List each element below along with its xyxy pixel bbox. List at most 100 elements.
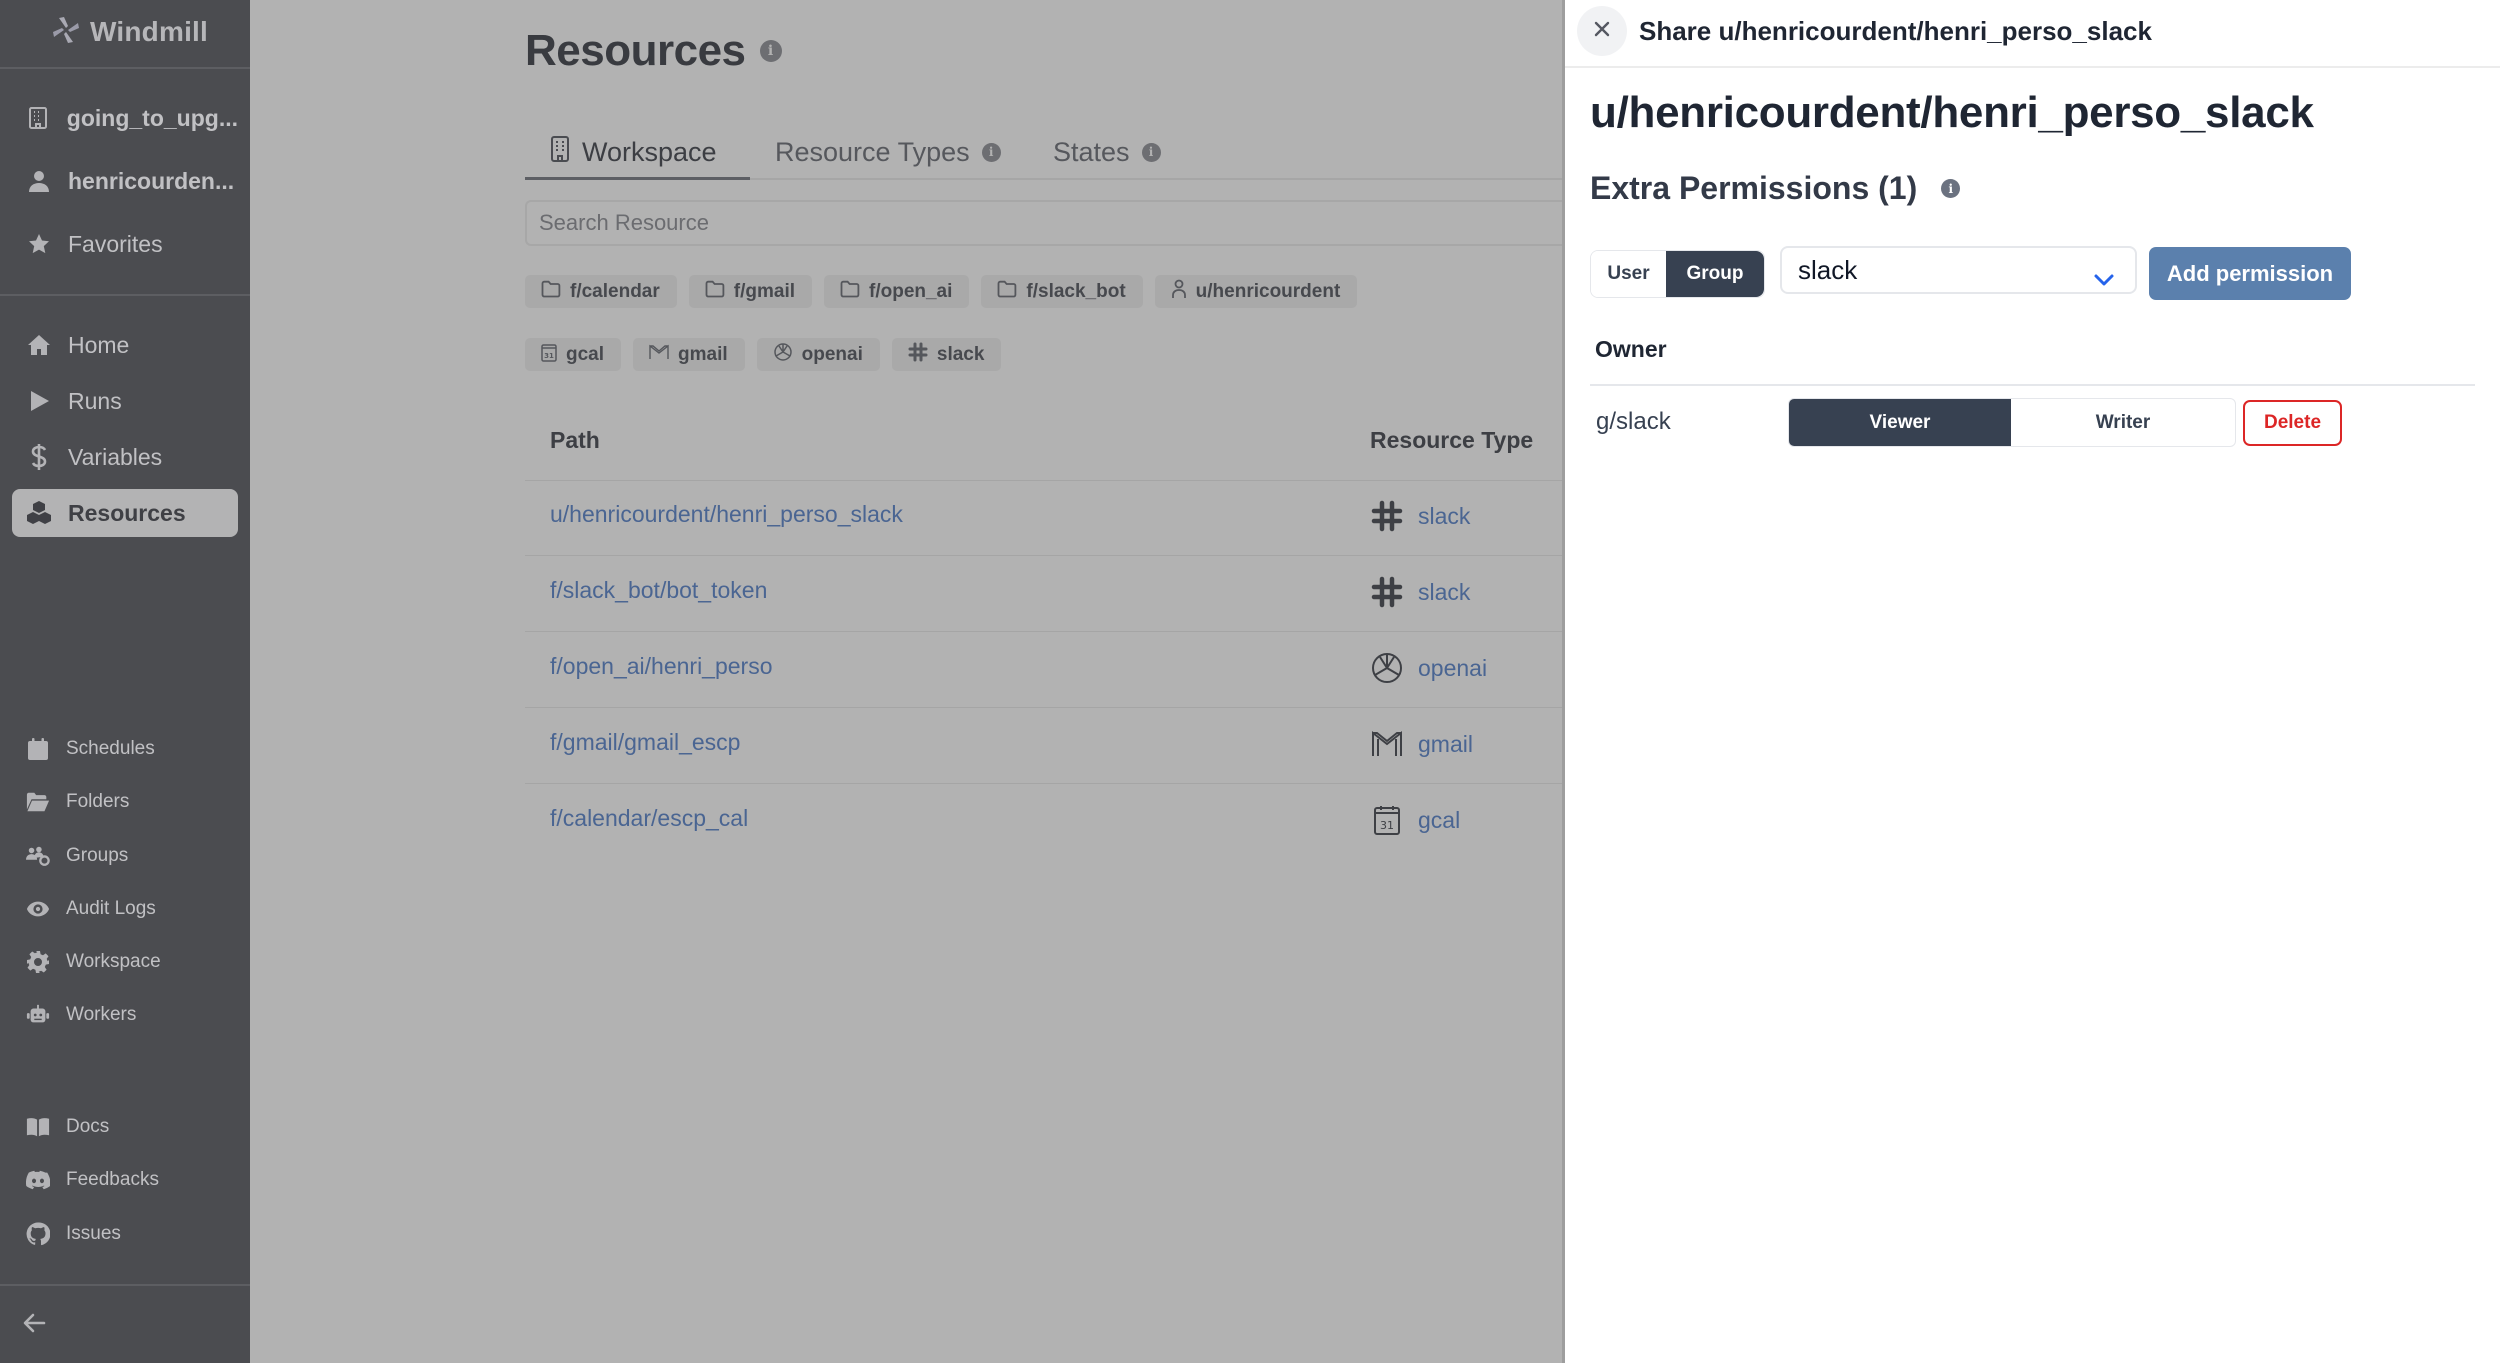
role-toggle: Viewer Writer xyxy=(1788,398,2236,447)
sidebar-divider xyxy=(0,294,250,296)
resource-path-link[interactable]: u/henricourdent/henri_perso_slack xyxy=(550,501,903,528)
sidebar-divider xyxy=(0,67,250,69)
svg-text:31: 31 xyxy=(544,352,554,360)
column-header-path[interactable]: Path xyxy=(550,427,600,454)
tab-states[interactable]: States i xyxy=(1053,124,1161,180)
sidebar-item-schedules[interactable]: Schedules xyxy=(12,725,238,773)
resource-type-link[interactable]: slack xyxy=(1418,503,1470,530)
sidebar-item-resources[interactable]: Resources xyxy=(12,489,238,537)
filter-chip-folder[interactable]: f/slack_bot xyxy=(981,275,1143,308)
gcal-icon: 31 xyxy=(1370,803,1404,837)
filter-chip-type[interactable]: gmail xyxy=(633,338,745,371)
filter-chip-folder[interactable]: f/calendar xyxy=(525,275,677,308)
filter-chip-user[interactable]: u/henricourdent xyxy=(1154,275,1358,308)
info-icon[interactable]: i xyxy=(981,142,1001,162)
sidebar-item-workspace[interactable]: Workspace xyxy=(12,938,238,986)
toggle-option-user[interactable]: User xyxy=(1591,251,1666,297)
group-select[interactable]: slack xyxy=(1780,246,2137,294)
discord-icon xyxy=(26,1168,50,1192)
column-header-resource-type[interactable]: Resource Type xyxy=(1370,427,1533,454)
sidebar-item-docs[interactable]: Docs xyxy=(12,1103,238,1151)
share-drawer: Share u/henricourdent/henri_perso_slack … xyxy=(1562,0,2500,1363)
tab-workspace[interactable]: Workspace xyxy=(550,124,717,180)
arrow-left-icon xyxy=(22,1313,48,1340)
extra-permissions-header: Extra Permissions (1) i xyxy=(1590,170,1961,207)
sidebar-item-home[interactable]: Home xyxy=(12,321,238,369)
windmill-logo-icon xyxy=(50,14,82,51)
delete-permission-button[interactable]: Delete xyxy=(2243,400,2342,446)
resource-type-cell: slack xyxy=(1370,575,1470,609)
search-input[interactable]: Search Resource xyxy=(525,200,1562,246)
filter-chip-label: f/slack_bot xyxy=(1026,280,1126,302)
tab-label: States xyxy=(1053,136,1130,167)
filter-chip-label: openai xyxy=(801,343,863,365)
folder-icon xyxy=(541,280,561,304)
folder-filter-list: f/calendar f/gmail f/open_ai f/slack_bot… xyxy=(525,275,1358,308)
collapse-sidebar-button[interactable] xyxy=(22,1310,52,1340)
filter-chip-label: f/open_ai xyxy=(869,280,953,302)
filter-chip-type[interactable]: 31 gcal xyxy=(525,338,622,371)
app-name: Windmill xyxy=(90,16,209,47)
openai-icon xyxy=(773,342,793,368)
sidebar-item-label: Runs xyxy=(68,387,122,414)
resource-type-link[interactable]: slack xyxy=(1418,579,1470,606)
book-icon xyxy=(26,1115,50,1139)
permission-principal: g/slack xyxy=(1596,408,1671,435)
user-icon xyxy=(1171,279,1187,305)
info-icon[interactable]: i xyxy=(1941,179,1961,198)
sidebar-item-issues[interactable]: Issues xyxy=(12,1210,238,1258)
extra-permissions-title: Extra Permissions (1) xyxy=(1590,170,1918,206)
tab-bar: Workspace Resource Types i States i xyxy=(525,124,1562,180)
info-icon[interactable]: i xyxy=(1141,142,1161,162)
windmill-logo[interactable]: Windmill xyxy=(50,12,208,52)
info-icon[interactable]: i xyxy=(759,40,782,62)
add-permission-button[interactable]: Add permission xyxy=(2149,247,2351,300)
sidebar-item-variables[interactable]: Variables xyxy=(12,433,238,481)
sidebar-item-favorites[interactable]: Favorites xyxy=(12,220,238,268)
sidebar-item-runs[interactable]: Runs xyxy=(12,377,238,425)
filter-chip-label: slack xyxy=(936,343,985,365)
type-filter-list: 31 gcal gmail openai slack xyxy=(525,338,1002,371)
sidebar-item-audit-logs[interactable]: Audit Logs xyxy=(12,885,238,933)
sidebar-item-workspace-switcher[interactable]: going_to_upg... xyxy=(12,94,238,142)
sidebar-item-workers[interactable]: Workers xyxy=(12,991,238,1039)
role-option-writer[interactable]: Writer xyxy=(2011,399,2235,446)
resource-path-link[interactable]: f/open_ai/henri_perso xyxy=(550,653,773,680)
filter-chip-folder[interactable]: f/open_ai xyxy=(824,275,970,308)
filter-chip-type[interactable]: slack xyxy=(891,338,1002,371)
resource-type-link[interactable]: openai xyxy=(1418,655,1487,682)
folder-icon xyxy=(840,280,860,304)
slack-icon xyxy=(1370,499,1404,533)
building-icon xyxy=(26,105,51,131)
building-icon xyxy=(550,135,570,170)
openai-icon xyxy=(1370,651,1404,685)
role-option-viewer[interactable]: Viewer xyxy=(1789,399,2011,446)
sidebar-item-user-menu[interactable]: henricourden... xyxy=(12,157,238,205)
close-drawer-button[interactable] xyxy=(1577,6,1627,56)
slack-icon xyxy=(1370,575,1404,609)
filter-chip-label: gcal xyxy=(566,343,605,365)
sidebar-item-label: Docs xyxy=(66,1116,110,1137)
sidebar-item-label: Variables xyxy=(68,443,163,470)
sidebar-item-feedbacks[interactable]: Feedbacks xyxy=(12,1156,238,1204)
resource-type-link[interactable]: gcal xyxy=(1418,807,1460,834)
folder-icon xyxy=(705,280,725,304)
gear-icon xyxy=(26,950,50,974)
page-title: Resources xyxy=(525,26,746,75)
sidebar-item-label: going_to_upg... xyxy=(66,104,238,131)
dollar-icon xyxy=(26,444,52,470)
sidebar-item-groups[interactable]: Groups xyxy=(12,832,238,880)
tab-label: Resource Types xyxy=(775,136,970,167)
tab-resource-types[interactable]: Resource Types i xyxy=(775,124,1001,180)
filter-chip-type[interactable]: openai xyxy=(756,338,880,371)
resource-path-link[interactable]: f/calendar/escp_cal xyxy=(550,805,748,832)
calendar-icon xyxy=(26,737,50,761)
resource-path-link[interactable]: f/gmail/gmail_escp xyxy=(550,729,740,756)
filter-chip-folder[interactable]: f/gmail xyxy=(688,275,812,308)
resource-path-link[interactable]: f/slack_bot/bot_token xyxy=(550,577,767,604)
resource-type-link[interactable]: gmail xyxy=(1418,731,1473,758)
bot-icon xyxy=(26,1003,50,1027)
sidebar-item-folders[interactable]: Folders xyxy=(12,778,238,826)
drawer-header: Share u/henricourdent/henri_perso_slack xyxy=(1565,0,2500,68)
toggle-option-group[interactable]: Group xyxy=(1666,251,1764,297)
